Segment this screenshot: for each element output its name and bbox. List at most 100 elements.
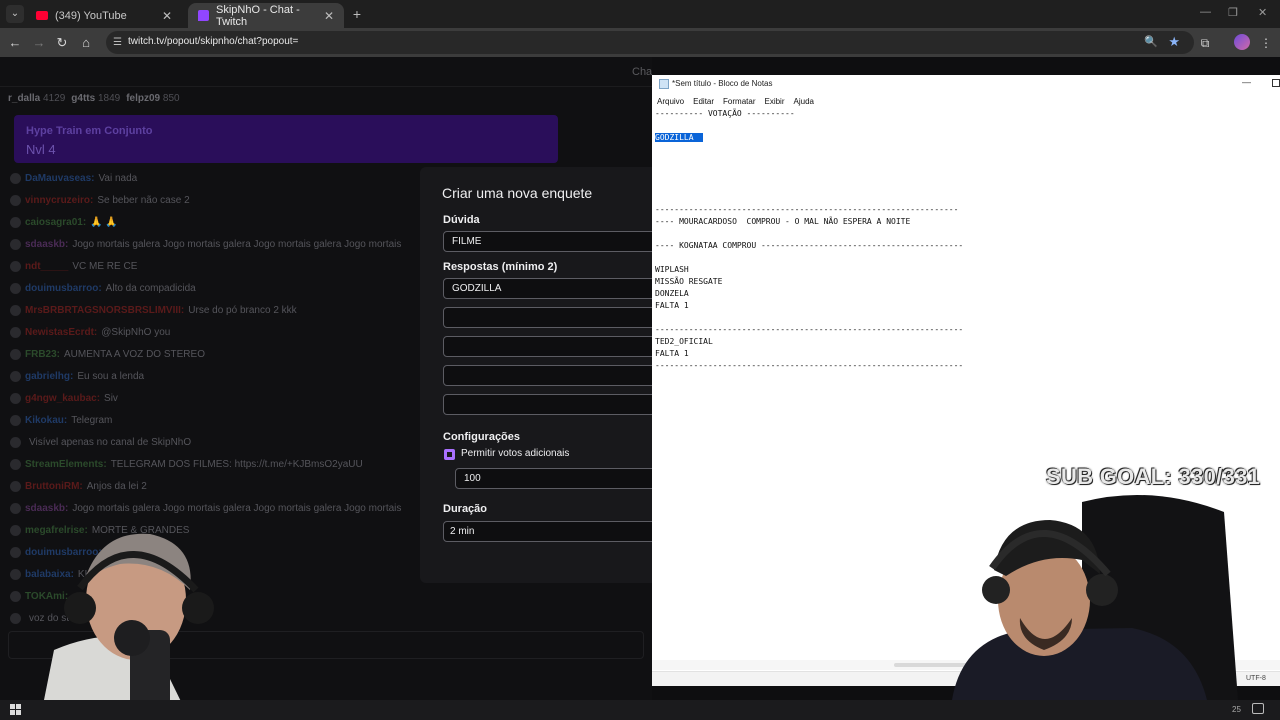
- extra-votes-checkbox[interactable]: [444, 449, 455, 460]
- chat-text: Eu sou a lenda: [77, 370, 145, 382]
- chat-username[interactable]: sdaaskb:: [25, 239, 68, 250]
- chat-username[interactable]: ndt_____: [25, 261, 68, 272]
- answer-input-3[interactable]: [443, 336, 661, 357]
- notepad-line: [655, 168, 1275, 180]
- restore-icon[interactable]: ❐: [1228, 6, 1238, 19]
- maximize-icon[interactable]: [1272, 79, 1280, 87]
- badge-icon: [10, 216, 21, 228]
- windows-start-icon[interactable]: [10, 704, 21, 715]
- menu-exibir[interactable]: Exibir: [764, 97, 784, 106]
- question-label: Dúvida: [443, 214, 480, 226]
- badge-icon: [10, 326, 21, 338]
- badge-icon: [10, 436, 21, 448]
- chat-username[interactable]: sdaaskb:: [25, 503, 68, 514]
- chat-text: AUMENTA A VOZ DO STEREO: [64, 348, 205, 360]
- chat-title: Chat Unido: [632, 66, 652, 78]
- tab-search-chevron-icon[interactable]: ⌄: [6, 5, 24, 23]
- answer-input-4[interactable]: [443, 365, 661, 386]
- line-text: DONZELA: [655, 289, 689, 298]
- notepad-line: [655, 120, 1275, 132]
- line-text: ---- MOURACARDOSO COMPROU - O MAL NÃO ES…: [655, 217, 911, 226]
- profile-avatar[interactable]: [1234, 34, 1250, 50]
- badge-icon: [10, 392, 21, 404]
- line-text: TED2_OFICIAL: [655, 337, 713, 346]
- leader-entry[interactable]: g4tts 1849: [71, 93, 120, 107]
- chat-text: Anjos da lei 2: [86, 480, 147, 492]
- address-bar[interactable]: ☰ twitch.tv/popout/skipnho/chat?popout= …: [106, 31, 1194, 54]
- chat-username[interactable]: g4ngw_kaubac:: [25, 393, 100, 404]
- home-icon[interactable]: ⌂: [77, 34, 95, 52]
- answers-label: Respostas (mínimo 2): [443, 261, 558, 273]
- menu-arquivo[interactable]: Arquivo: [657, 97, 684, 106]
- notepad-line: [655, 144, 1275, 156]
- notepad-line: [655, 252, 1275, 264]
- webcam-streamer-right: [952, 494, 1238, 700]
- close-window-icon[interactable]: ✕: [1258, 6, 1267, 19]
- notepad-line: [655, 228, 1275, 240]
- hype-train-level: Nvl 4: [26, 142, 56, 157]
- notepad-title: *Sem título - Bloco de Notas: [672, 79, 773, 88]
- answer-input-1[interactable]: GODZILLA: [443, 278, 661, 299]
- new-tab-button[interactable]: +: [348, 5, 366, 23]
- tab-twitch-chat[interactable]: SkipNhO - Chat - Twitch ✕: [188, 3, 344, 28]
- chat-username[interactable]: douimusbarroo:: [25, 283, 102, 294]
- answer-input-2[interactable]: [443, 307, 661, 328]
- sub-goal-overlay: SUB GOAL: 330/331: [1046, 464, 1261, 489]
- badge-icon: [10, 612, 21, 624]
- notepad-line: GODZILLA: [655, 132, 1275, 144]
- badge-icon: [10, 304, 21, 316]
- leader-entry[interactable]: r_dalla 4129: [8, 93, 65, 107]
- chat-username[interactable]: caiosagra01:: [25, 217, 86, 228]
- chat-message: g4ngw_kaubac: Siv: [10, 390, 118, 406]
- reload-icon[interactable]: ↻: [53, 34, 71, 52]
- chat-username[interactable]: FRB23:: [25, 349, 60, 360]
- menu-ajuda[interactable]: Ajuda: [794, 97, 814, 106]
- chat-username[interactable]: vinnycruzeiro:: [25, 195, 93, 206]
- chat-text: Visível apenas no canal de SkipNhO: [29, 436, 192, 448]
- bookmark-star-icon[interactable]: ★: [1168, 34, 1180, 50]
- twitch-icon: [198, 10, 209, 21]
- leader-entry[interactable]: felpz09 850: [126, 93, 179, 107]
- line-text: ---- KOGNATAA COMPROU ------------------…: [655, 241, 964, 250]
- chat-username[interactable]: BruttoniRM:: [25, 481, 83, 492]
- notification-icon[interactable]: [1252, 703, 1264, 714]
- notepad-menu-bar: Arquivo Editar Formatar Exibir Ajuda: [652, 94, 1280, 108]
- zoom-icon[interactable]: 🔍: [1144, 35, 1158, 48]
- menu-formatar[interactable]: Formatar: [723, 97, 755, 106]
- menu-editar[interactable]: Editar: [693, 97, 714, 106]
- chat-message: douimusbarroo: Alto da compadicida: [10, 280, 196, 296]
- badge-icon: [10, 370, 21, 382]
- chat-message: sdaaskb: Jogo mortais galera Jogo mortais…: [10, 236, 401, 252]
- question-input[interactable]: FILME: [443, 231, 661, 252]
- chat-username[interactable]: Kikokau:: [25, 415, 67, 426]
- create-poll-dialog: Criar uma nova enquete Dúvida FILME Resp…: [420, 167, 661, 583]
- chat-username[interactable]: NewistasEcrdt:: [25, 327, 97, 338]
- chat-text: Jogo mortais galera Jogo mortais galera …: [72, 502, 402, 514]
- forward-arrow-icon[interactable]: →: [30, 34, 48, 52]
- extra-votes-input[interactable]: 100: [455, 468, 661, 489]
- close-icon[interactable]: ✕: [162, 9, 172, 23]
- browser-tab-bar: ⌄ (349) YouTube ✕ SkipNhO - Chat - Twitc…: [0, 0, 1280, 28]
- duration-select[interactable]: 2 min: [443, 521, 661, 542]
- menu-dots-icon[interactable]: ⋮: [1257, 34, 1275, 52]
- badge-icon: [10, 546, 21, 558]
- notepad-text-area[interactable]: ---------- VOTAÇÃO ---------- GODZILLA --…: [655, 108, 1275, 372]
- chat-username[interactable]: gabrielhg:: [25, 371, 73, 382]
- site-info-icon[interactable]: ☰: [113, 36, 126, 49]
- chat-username[interactable]: DaMauvaseas:: [25, 173, 94, 184]
- badge-icon: [10, 568, 21, 580]
- chat-username[interactable]: MrsBRBRTAGSNORSBRSLIMVIII:: [25, 305, 184, 316]
- extensions-puzzle-icon[interactable]: ⧉: [1196, 34, 1214, 52]
- tab-youtube[interactable]: (349) YouTube ✕: [26, 3, 182, 28]
- answer-input-5[interactable]: [443, 394, 661, 415]
- close-icon[interactable]: ✕: [324, 9, 334, 23]
- hype-train-banner[interactable]: Hype Train em Conjunto Nvl 4: [14, 115, 558, 163]
- line-text: ----------------------------------------…: [655, 325, 964, 334]
- chat-header: Chat Unido: [0, 57, 652, 87]
- chat-message: StreamElements: TELEGRAM DOS FILMES: http…: [10, 456, 363, 472]
- minimize-icon[interactable]: —: [1200, 6, 1211, 18]
- minimize-icon[interactable]: —: [1242, 77, 1251, 87]
- notepad-line: DONZELA: [655, 288, 1275, 300]
- back-arrow-icon[interactable]: ←: [6, 34, 24, 52]
- chat-username[interactable]: StreamElements:: [25, 459, 107, 470]
